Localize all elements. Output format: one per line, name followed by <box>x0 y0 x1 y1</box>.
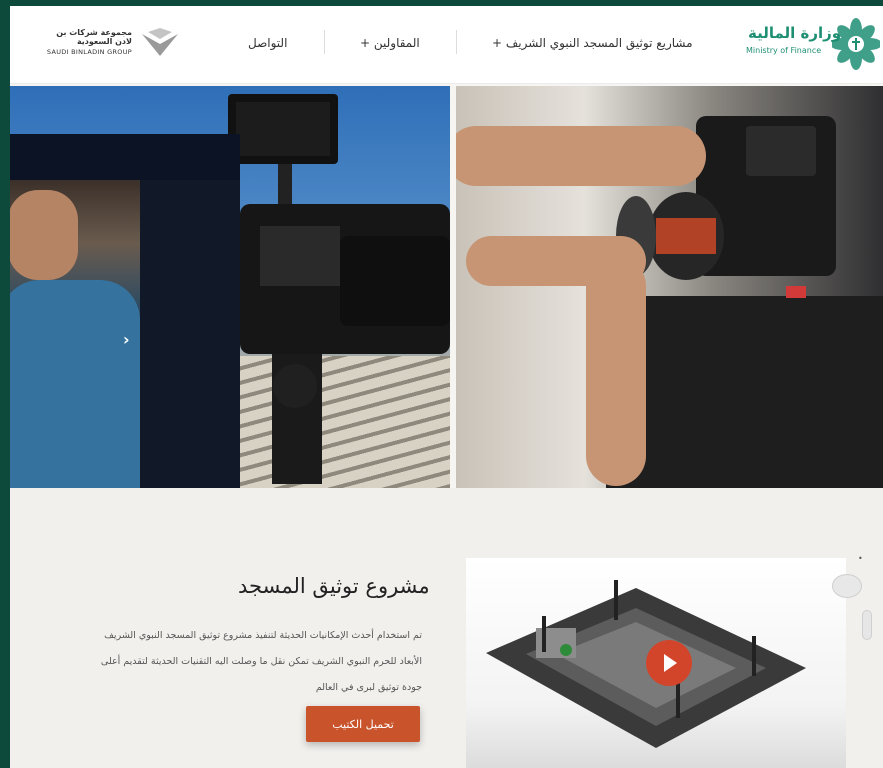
nav-divider <box>456 30 457 54</box>
download-brochure-button[interactable]: تحميل الكتيب <box>306 706 420 742</box>
binladin-logo-arabic: مجموعة شركات بن لادن السعودية <box>56 28 132 46</box>
play-icon <box>664 654 677 672</box>
section-title: مشروع توثيق المسجد <box>238 574 430 598</box>
ministry-emblem-icon <box>832 18 880 70</box>
nav-project[interactable]: + مشاريع توثيق المسجد النبوي الشريف <box>492 36 693 50</box>
slide-main-image <box>10 180 140 498</box>
scroll-indicator-icon[interactable] <box>862 610 872 640</box>
nav-contractors[interactable]: + المقاولين <box>360 36 420 50</box>
camera-lens-hands-photo <box>456 86 883 488</box>
mof-logo-arabic: وزارة المالية <box>748 24 842 42</box>
play-video-button[interactable] <box>646 640 692 686</box>
mof-logo-english: Ministry of Finance <box>746 46 822 55</box>
nav-contact[interactable]: التواصل <box>248 36 287 50</box>
emblem-side-icon[interactable] <box>832 574 862 598</box>
binladin-logo-icon <box>142 28 178 56</box>
binladin-logo[interactable]: مجموعة شركات بن لادن السعودية SAUDI BINL… <box>40 28 180 62</box>
description-line: الأبعاد للحرم النبوي الشريف تمكن نقل ما … <box>100 656 422 667</box>
slider-next-arrow[interactable]: › <box>123 330 130 349</box>
nav-divider <box>324 30 325 54</box>
description-line: تم استخدام أحدث الإمكانيات الحديثة لتنفي… <box>104 630 422 641</box>
site-header: مجموعة شركات بن لادن السعودية SAUDI BINL… <box>10 6 883 84</box>
more-dots-icon[interactable]: • <box>858 554 863 563</box>
ministry-of-finance-logo[interactable]: وزارة المالية Ministry of Finance <box>738 16 883 72</box>
video-thumbnail-card[interactable] <box>466 558 846 768</box>
page-frame: مجموعة شركات بن لادن السعودية SAUDI BINL… <box>10 6 883 768</box>
description-line: جودة توثيق لبرى في العالم <box>315 682 422 693</box>
binladin-logo-english: SAUDI BINLADIN GROUP <box>46 48 132 56</box>
